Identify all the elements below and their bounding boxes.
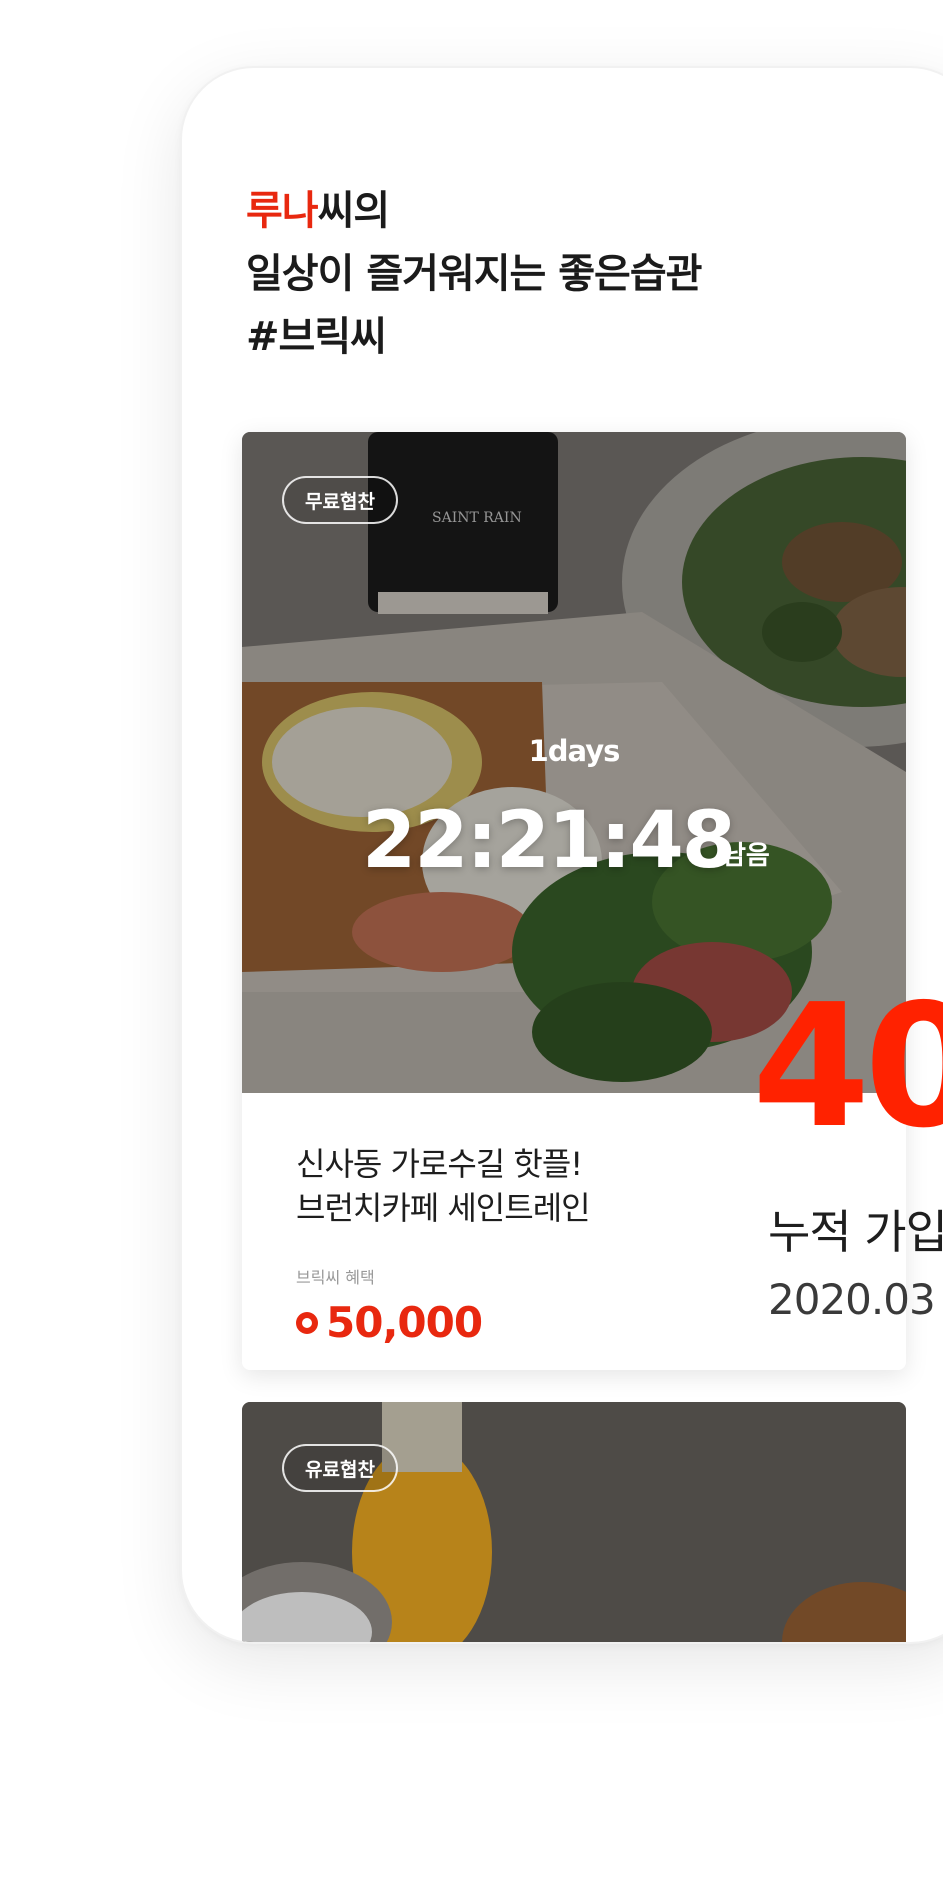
benefit-price: 50,000 [296, 1298, 483, 1347]
stat-date: 2020.03 집 [768, 1275, 943, 1324]
headline-line-1-rest: 씨의 [317, 188, 391, 234]
headline-line-2: 일상이 즐거워지는 좋은습관 [246, 251, 702, 297]
stat-title: 누적 가입 [768, 1205, 943, 1259]
promo-stage: 루나씨의 일상이 즐거워지는 좋은습관 #브릭씨 SAINT RAIN 무료협찬… [0, 0, 943, 1888]
stat-big-number: 40 [752, 968, 943, 1166]
coin-icon [296, 1311, 318, 1334]
benefit-price-value: 50,000 [326, 1298, 483, 1347]
benefit-label: 브릭씨 혜택 [296, 1268, 375, 1287]
honey-photo [242, 1402, 906, 1642]
campaign-card-2[interactable]: 유료협찬 [242, 1402, 906, 1642]
headline-line-3: #브릭씨 [246, 314, 387, 360]
phone-mockup: 루나씨의 일상이 즐거워지는 좋은습관 #브릭씨 SAINT RAIN 무료협찬… [182, 68, 943, 1642]
countdown-time: 22:21:48 [362, 796, 736, 886]
headline: 루나씨의 일상이 즐거워지는 좋은습관 #브릭씨 [246, 180, 702, 369]
free-sponsor-badge: 무료협찬 [282, 476, 398, 524]
headline-line-1: 루나씨의 [246, 180, 701, 243]
campaign-title[interactable]: 신사동 가로수길 핫플! 브런치카페 세인트레인 [296, 1142, 591, 1230]
campaign-title-line-2: 브런치카페 세인트레인 [296, 1189, 591, 1227]
headline-accent-name: 루나 [246, 188, 319, 234]
paid-sponsor-badge: 유료협찬 [282, 1444, 398, 1492]
campaign-title-line-1: 신사동 가로수길 핫플! [296, 1145, 583, 1183]
countdown-days: 1days [528, 734, 621, 768]
countdown-suffix: 남음 [722, 841, 770, 871]
